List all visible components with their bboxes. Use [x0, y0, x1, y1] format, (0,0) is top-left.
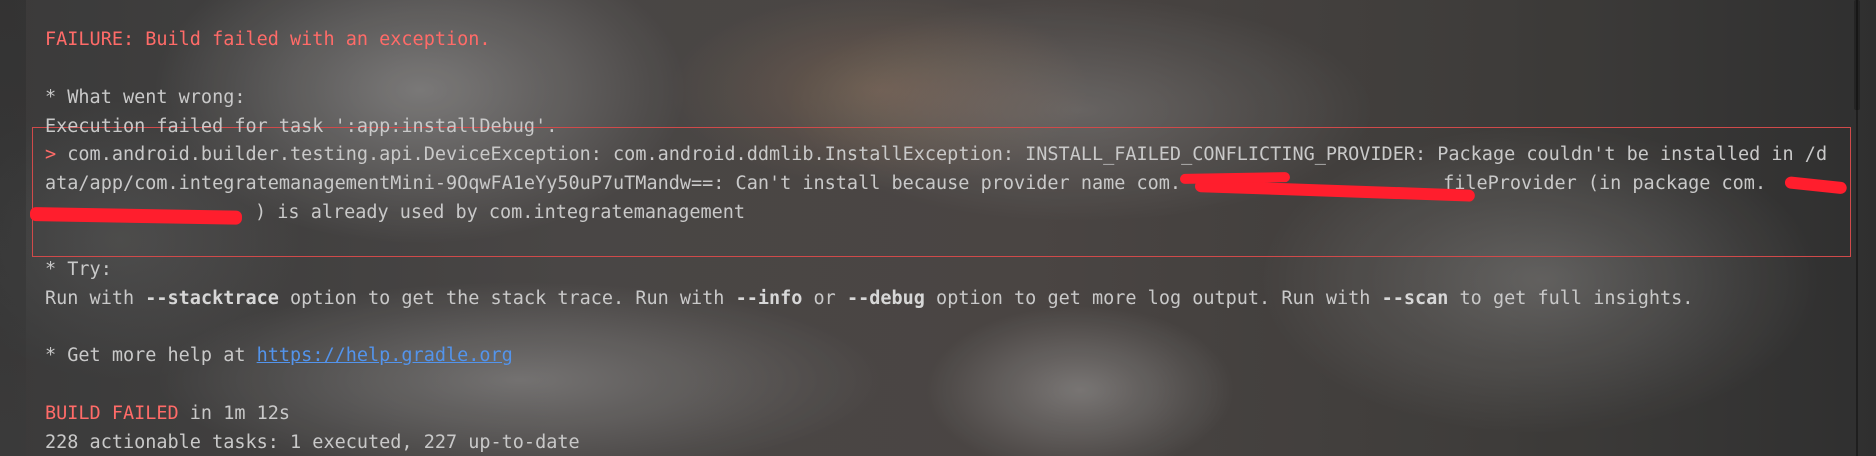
try-text-2: option to get the stack trace. Run with: [278, 288, 736, 309]
debug-option: --debug: [846, 288, 925, 309]
build-time: in 1m 12s: [178, 403, 291, 424]
failure-header: FAILURE: Build failed with an exception.: [45, 29, 491, 50]
exception-line-2: ata/app/com.integratemanagementMini-9Oqw…: [45, 169, 1766, 198]
what-went-wrong-heading: * What went wrong:: [45, 87, 246, 108]
try-text-4: option to get more log output. Run with: [924, 288, 1382, 309]
scan-option: --scan: [1381, 288, 1449, 309]
exception-text-2a: ata/app/com.integratemanagementMini-9Oqw…: [45, 173, 1182, 194]
build-failed-label: BUILD FAILED: [45, 403, 179, 424]
exception-text-2b: fileProvider (in package com.: [1443, 173, 1767, 194]
info-option: --info: [735, 288, 803, 309]
try-text-5: to get full insights.: [1448, 288, 1694, 309]
gradle-help-link[interactable]: https://help.gradle.org: [257, 345, 513, 366]
exception-text-3: ) is already used by com.integratemanage…: [255, 202, 746, 223]
redaction-mark: [1179, 172, 1291, 184]
exception-prompt-icon: >: [45, 144, 57, 165]
left-gutter: [0, 0, 26, 456]
try-text: Run with --stacktrace option to get the …: [45, 284, 1693, 313]
try-text-1: Run with: [45, 288, 146, 309]
exception-line-1: > com.android.builder.testing.api.Device…: [45, 140, 1827, 169]
stacktrace-option: --stacktrace: [145, 288, 279, 309]
build-failed-line: BUILD FAILED in 1m 12s: [45, 399, 290, 428]
execution-failed-line: Execution failed for task ':app:installD…: [45, 116, 558, 137]
try-heading: * Try:: [45, 259, 112, 280]
help-line: * Get more help at https://help.gradle.o…: [45, 341, 513, 370]
exception-text-1: com.android.builder.testing.api.DeviceEx…: [67, 144, 1828, 165]
try-text-3: or: [802, 288, 847, 309]
help-prefix: * Get more help at: [45, 345, 257, 366]
tasks-summary: 228 actionable tasks: 1 executed, 227 up…: [45, 432, 580, 453]
build-output-console[interactable]: FAILURE: Build failed with an exception.…: [45, 0, 1876, 456]
